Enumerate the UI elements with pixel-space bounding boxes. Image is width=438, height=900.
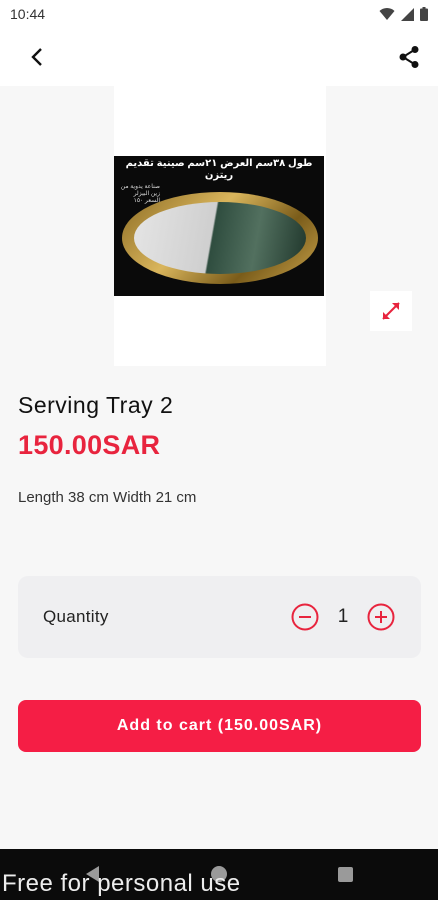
plus-icon[interactable] <box>367 603 395 631</box>
quantity-value: 1 <box>337 606 349 627</box>
status-icons <box>379 7 428 21</box>
status-bar: 10:44 <box>0 0 438 28</box>
nav-recents-icon[interactable] <box>338 867 353 882</box>
app-bar <box>0 28 438 86</box>
product-description: Length 38 cm Width 21 cm <box>18 489 197 506</box>
fullscreen-button[interactable] <box>370 291 412 331</box>
signal-icon <box>401 7 414 21</box>
product-title: Serving Tray 2 <box>18 392 174 418</box>
battery-icon <box>420 7 428 21</box>
quantity-stepper: 1 <box>291 603 395 631</box>
tray-illustration <box>122 192 318 284</box>
quantity-card: Quantity 1 <box>18 576 421 658</box>
back-button[interactable] <box>22 42 52 72</box>
product-price: 150.00SAR <box>18 430 161 460</box>
share-button[interactable] <box>394 42 424 72</box>
add-to-cart-button[interactable]: Add to cart (150.00SAR) <box>18 700 421 752</box>
product-image-caption: طول ٣٨سم العرض ٢١سم صينية تقديم ريتزن <box>125 158 313 181</box>
quantity-label: Quantity <box>43 607 109 626</box>
tray-surface <box>134 202 306 274</box>
back-arrow-icon <box>31 48 42 66</box>
watermark: Free for personal use <box>2 870 241 897</box>
share-icon <box>399 46 419 68</box>
expand-icon <box>382 302 400 320</box>
wifi-icon <box>379 8 395 20</box>
status-time: 10:44 <box>10 6 46 22</box>
product-image-subcaption: صناعة يدوية من زين البيزلر السعر ١٥٠ <box>120 184 160 204</box>
product-photo: طول ٣٨سم العرض ٢١سم صينية تقديم ريتزن صن… <box>114 156 324 296</box>
product-image-area[interactable]: طول ٣٨سم العرض ٢١سم صينية تقديم ريتزن صن… <box>114 86 326 366</box>
minus-icon[interactable] <box>291 603 319 631</box>
